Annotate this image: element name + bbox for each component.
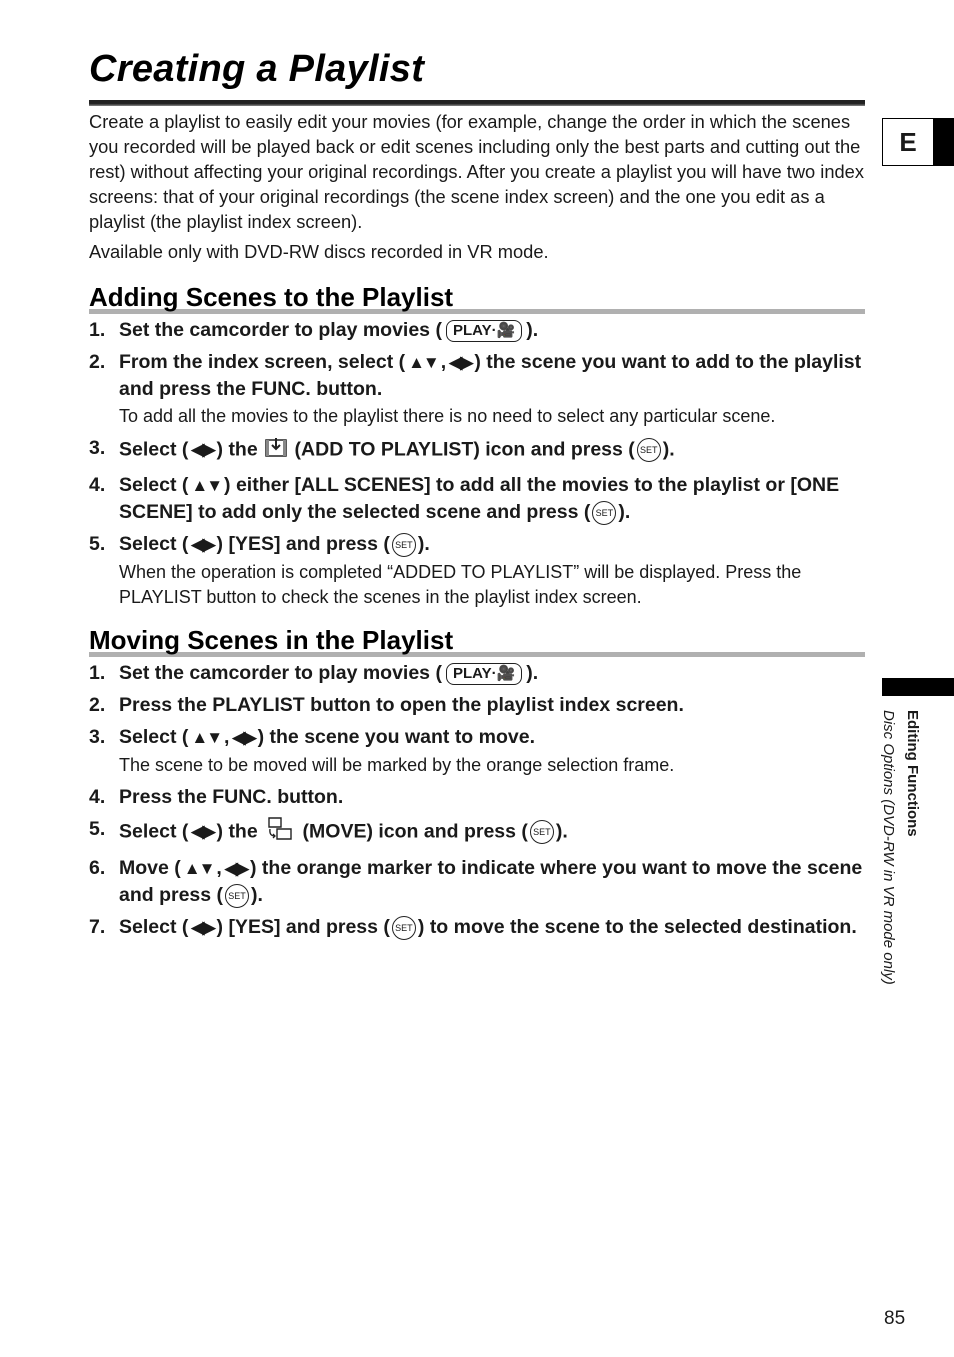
intro: Create a playlist to easily edit your mo… <box>89 109 864 269</box>
page-number: 85 <box>884 1308 906 1329</box>
step: 7. Select (◀▶) [YES] and press (SET) to … <box>89 915 857 940</box>
language-tab: E <box>882 118 934 166</box>
page-title: Creating a Playlist <box>89 48 425 90</box>
side-label: Editing Functions Disc Options (DVD-RW i… <box>880 710 928 1070</box>
step: 4. Select (▲▼) either [ALL SCENES] to ad… <box>89 473 840 525</box>
step: 4. Press the FUNC. button. <box>89 785 344 808</box>
section-heading-moving: Moving Scenes in the Playlist <box>89 625 865 657</box>
step: 6. Move (▲▼, ◀▶) the orange marker to ind… <box>89 856 863 908</box>
left-right-arrows-icon: ◀▶ <box>232 727 256 747</box>
steps-adding: 1. Set the camcorder to play movies (PLA… <box>89 317 864 616</box>
left-right-arrows-icon: ◀▶ <box>224 858 249 878</box>
intro-paragraph: Create a playlist to easily edit your mo… <box>89 111 864 232</box>
step: 3. Select (▲▼, ◀▶) the scene you want to … <box>89 726 675 775</box>
set-button-icon: SET <box>636 438 661 463</box>
up-down-arrows-icon: ▲▼ <box>191 727 223 747</box>
set-button-icon: SET <box>391 532 416 557</box>
left-right-arrows-icon: ◀▶ <box>191 822 215 842</box>
set-button-icon: SET <box>529 820 554 845</box>
left-right-arrows-icon: ◀▶ <box>191 440 215 460</box>
step: 5. Select (◀▶) the (MOVE) icon and press… <box>89 816 864 849</box>
availability-note: Available only with DVD-RW discs recorde… <box>89 241 549 262</box>
step: 1. Set the camcorder to play movies (PLA… <box>89 319 539 342</box>
side-subsection-title: Disc Options (DVD-RW in VR mode only) <box>880 710 897 985</box>
up-down-arrows-icon: ▲▼ <box>191 475 223 495</box>
play-movie-mode-icon: PLAY·🎥 <box>445 662 523 685</box>
move-icon <box>263 816 297 849</box>
up-down-arrows-icon: ▲▼ <box>183 858 216 878</box>
steps-moving: 1. Set the camcorder to play movies (PLA… <box>89 660 864 947</box>
left-right-arrows-icon: ◀▶ <box>449 352 473 372</box>
set-button-icon: SET <box>592 500 617 525</box>
add-to-playlist-icon <box>263 435 289 466</box>
set-button-icon: SET <box>391 915 416 940</box>
set-button-icon: SET <box>225 883 250 908</box>
step: 2. Press the PLAYLIST button to open the… <box>89 694 684 716</box>
play-movie-mode-icon: PLAY·🎥 <box>445 319 523 342</box>
step: 3. Select (◀▶) the (ADD TO PLAYLIST) ico… <box>89 435 864 466</box>
section-heading-adding: Adding Scenes to the Playlist <box>89 282 865 314</box>
side-section-title: Editing Functions <box>904 710 921 837</box>
title-rule <box>89 100 865 106</box>
step: 2. From the index screen, select (▲▼, ◀▶)… <box>89 351 862 426</box>
up-down-arrows-icon: ▲▼ <box>408 352 440 372</box>
tab-marker <box>934 118 954 166</box>
left-right-arrows-icon: ◀▶ <box>191 534 215 554</box>
step: 5. Select (◀▶) [YES] and press (SET). Wh… <box>89 532 802 607</box>
left-right-arrows-icon: ◀▶ <box>191 917 215 937</box>
side-section-marker <box>882 678 954 696</box>
step: 1. Set the camcorder to play movies (PLA… <box>89 662 539 685</box>
